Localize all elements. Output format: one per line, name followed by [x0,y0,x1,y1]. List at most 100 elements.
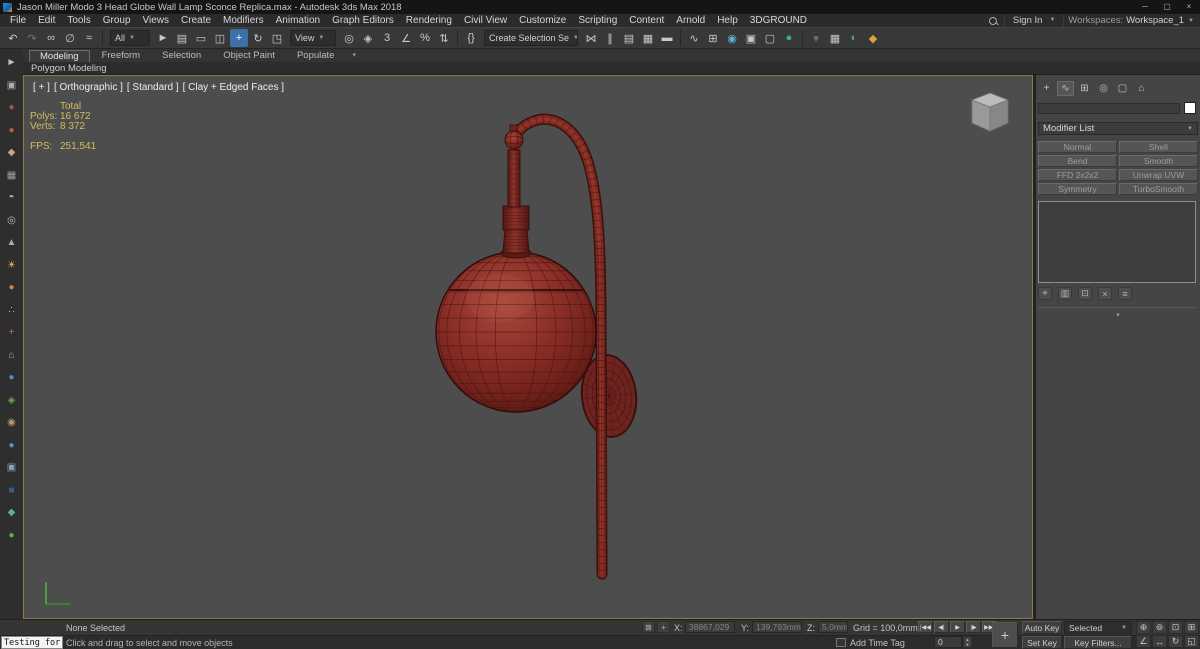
edit-named-selection-sets-icon[interactable]: {} [462,29,480,47]
spinner-snap-icon[interactable]: ⇅ [435,29,453,47]
orbit-icon[interactable]: ↻ [1168,635,1183,648]
set-keys-button[interactable]: + [992,622,1018,648]
scene-explorer-icon[interactable]: ▤ [620,29,638,47]
modifier-set-button[interactable]: TurboSmooth [1119,183,1198,195]
left-tool-2[interactable]: ▣ [4,78,19,93]
menu-item[interactable]: Modifiers [217,14,270,27]
left-tool-22[interactable]: ● [4,528,19,543]
modify-tab-icon[interactable]: ∿ [1057,81,1074,96]
object-name-field[interactable] [1038,103,1180,114]
state-sets-icon[interactable]: ▦ [826,29,844,47]
angle-snap-icon[interactable]: ∠ [397,29,415,47]
key-filters-button[interactable]: Key Filters... [1064,636,1132,649]
maxscript-mini-listener[interactable]: Testing for , [1,636,63,649]
hierarchy-tab-icon[interactable]: ⊞ [1076,81,1093,96]
add-time-tag-label[interactable]: Add Time Tag [850,638,905,648]
x-coordinate-field[interactable]: 38867,029 [685,621,735,633]
left-tool-16[interactable]: ◈ [4,393,19,408]
menu-item[interactable]: Scripting [572,14,623,27]
select-and-link-icon[interactable]: ∞ [42,29,60,47]
viewport[interactable]: [ + ] [ Orthographic ] [ Standard ] [ Clay … [23,75,1033,619]
rollout-scroll-nub[interactable]: ▾ [1116,311,1120,319]
close-button[interactable]: × [1178,0,1200,14]
left-tool-3[interactable]: ● [4,100,19,115]
viewport-canvas[interactable] [24,76,1032,618]
rectangular-selection-region-icon[interactable]: ▭ [192,29,210,47]
pin-stack-icon[interactable]: ⌖ [1038,287,1052,300]
zoom-icon[interactable]: ⊕ [1136,621,1151,634]
modifier-set-button[interactable]: Bend [1038,155,1117,167]
workspaces-dropdown[interactable]: Workspaces: Workspace_1 [1068,15,1196,26]
left-tool-11[interactable]: ● [4,280,19,295]
left-tool-18[interactable]: ● [4,438,19,453]
next-frame-button[interactable]: |▶ [966,621,981,633]
maximize-button[interactable]: ▢ [1156,0,1178,14]
z-coordinate-field[interactable]: 5,0mm [818,621,848,633]
menu-item[interactable]: Customize [513,14,572,27]
ribbon-toggle-icon[interactable]: ▬ [658,29,676,47]
left-tool-14[interactable]: ⌂ [4,348,19,363]
left-tool-1[interactable]: ► [4,55,19,70]
previous-frame-button[interactable]: ◀| [934,621,949,633]
menu-item[interactable]: Create [175,14,217,27]
auto-key-button[interactable]: Auto Key [1022,621,1062,634]
modifier-set-button[interactable]: FFD 2x2x2 [1038,169,1117,181]
left-tool-9[interactable]: ▲ [4,235,19,250]
left-tool-13[interactable]: + [4,325,19,340]
menu-item[interactable]: 3DGROUND [744,14,813,27]
render-production-icon[interactable]: ● [780,29,798,47]
undo-icon[interactable]: ↶ [4,29,22,47]
remove-modifier-icon[interactable]: × [1098,287,1112,300]
frame-spinner[interactable]: ▲ ▼ [963,636,972,648]
ribbon-tab[interactable]: Modeling [29,50,90,62]
modifier-set-button[interactable]: Normal [1038,141,1117,153]
select-object-icon[interactable]: ► [154,29,172,47]
add-time-tag-icon[interactable] [836,638,846,647]
use-pivot-point-icon[interactable]: ◎ [340,29,358,47]
schematic-view-icon[interactable]: ⊞ [704,29,722,47]
set-key-button[interactable]: Set Key [1022,636,1062,649]
zoom-all-icon[interactable]: ⊚ [1152,621,1167,634]
absolute-offset-toggle-icon[interactable]: + [657,621,670,633]
create-tab-icon[interactable]: + [1038,81,1055,96]
select-and-rotate-icon[interactable]: ↻ [249,29,267,47]
modifier-set-button[interactable]: Shell [1119,141,1198,153]
play-animation-button[interactable]: ▶ [950,621,965,633]
ribbon-tab[interactable]: Selection [152,50,211,62]
left-tool-19[interactable]: ▣ [4,460,19,475]
make-unique-icon[interactable]: ⊡ [1078,287,1092,300]
modifier-set-button[interactable]: Symmetry [1038,183,1117,195]
ribbon-tab[interactable]: Freeform [92,50,151,62]
viewport-menu-segment[interactable]: [ Standard ] [127,82,179,93]
left-tool-6[interactable]: ▦ [4,168,19,183]
left-tool-4[interactable]: ● [4,123,19,138]
mirror-icon[interactable]: ⋈ [582,29,600,47]
menu-item[interactable]: Graph Editors [326,14,400,27]
selection-set-dropdown[interactable]: Selected [1064,621,1132,634]
menu-item[interactable]: Help [711,14,744,27]
maximize-viewport-icon[interactable]: ◱ [1184,635,1199,648]
search-icon[interactable] [988,16,997,25]
menu-item[interactable]: Content [623,14,670,27]
utilities-tab-icon[interactable]: ⌂ [1133,81,1150,96]
motion-tab-icon[interactable]: ◎ [1095,81,1112,96]
left-tool-7[interactable]: ◓ [4,190,19,205]
ribbon-tab[interactable]: Object Paint [213,50,285,62]
sign-in-menu[interactable]: Sign In [1003,14,1065,27]
frame-number-field[interactable]: 0 [934,636,962,648]
view-cube[interactable] [960,90,1018,138]
left-tool-20[interactable]: ■ [4,483,19,498]
display-tab-icon[interactable]: ▢ [1114,81,1131,96]
modifier-list-dropdown[interactable]: Modifier List [1038,122,1198,135]
unlink-selection-icon[interactable]: ∅ [61,29,79,47]
select-by-name-icon[interactable]: ▤ [173,29,191,47]
named-selection-sets-dropdown[interactable]: Create Selection Se [484,30,578,46]
menu-item[interactable]: Rendering [400,14,458,27]
curve-editor-icon[interactable]: ∿ [685,29,703,47]
menu-item[interactable]: Arnold [670,14,711,27]
view-dropdown[interactable]: View [290,30,336,46]
modifier-stack-list[interactable] [1038,201,1196,283]
configure-modifier-sets-icon[interactable]: ≡ [1118,287,1132,300]
menu-item[interactable]: Edit [32,14,61,27]
viewport-menu-segment[interactable]: [ Clay + Edged Faces ] [183,82,284,93]
